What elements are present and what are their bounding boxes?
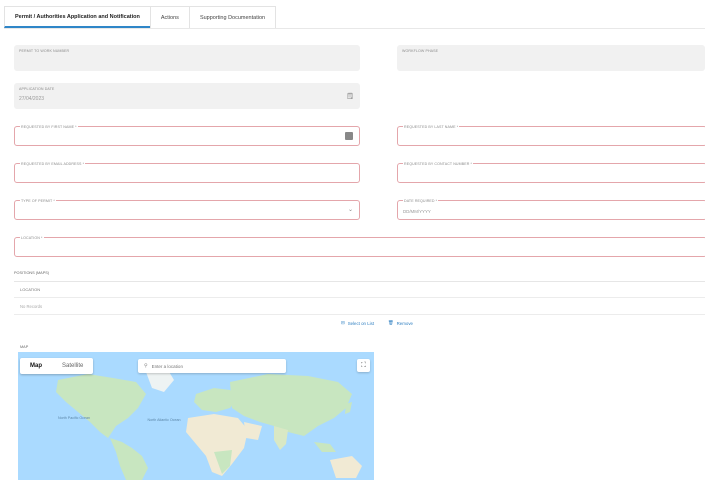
- map-type-toggle: Map Satellite: [20, 358, 94, 374]
- requested-by-last-name-field[interactable]: REQUESTED BY LAST NAME *: [397, 125, 705, 146]
- requested-by-first-name-field[interactable]: REQUESTED BY FIRST NAME *: [14, 125, 360, 146]
- select-list-icon: ⊟: [341, 320, 345, 325]
- location-field[interactable]: LOCATION *: [14, 236, 705, 257]
- ocean-label-north-atlantic: North Atlantic Ocean: [147, 418, 181, 422]
- trash-icon: 🗑: [388, 320, 394, 325]
- field-label: TYPE OF PERMIT *: [20, 199, 56, 203]
- map-mode-button[interactable]: Map: [20, 358, 52, 374]
- table-row: No Records: [14, 299, 705, 315]
- positions-actions: ⊟ Select on List 🗑 Remove: [341, 320, 413, 326]
- permit-to-work-number-field: PERMIT TO WORK NUMBER: [14, 45, 360, 71]
- search-icon: ⚲: [144, 363, 148, 369]
- positions-label: POSITIONS (MAPS): [14, 271, 50, 275]
- remove-button[interactable]: 🗑 Remove: [388, 320, 413, 326]
- chevron-down-icon[interactable]: ⌄: [348, 206, 353, 213]
- map-view[interactable]: North Pacific Ocean North Atlantic Ocean…: [18, 352, 374, 480]
- field-label: WORKFLOW PHASE: [402, 49, 439, 53]
- requested-by-contact-number-field[interactable]: REQUESTED BY CONTACT NUMBER *: [397, 162, 705, 183]
- fullscreen-icon[interactable]: ⛶: [357, 359, 370, 372]
- calendar-icon: 🗒: [346, 94, 354, 100]
- tab-supporting-documentation[interactable]: Supporting Documentation: [188, 6, 277, 28]
- tab-divider: [4, 28, 705, 29]
- remove-label: Remove: [396, 320, 413, 326]
- table-header-row: LOCATION: [14, 282, 705, 298]
- application-date-field: APPLICATION DATE 27/04/2023 🗒: [14, 83, 360, 109]
- field-label: REQUESTED BY CONTACT NUMBER *: [403, 162, 473, 166]
- map-search-input[interactable]: [151, 363, 272, 369]
- type-of-permit-select[interactable]: TYPE OF PERMIT * ⌄: [14, 199, 360, 220]
- field-label: REQUESTED BY FIRST NAME *: [20, 125, 78, 129]
- column-header-location: LOCATION: [20, 287, 41, 292]
- tab-bar: Permit / Authorities Application and Not…: [4, 6, 277, 28]
- contact-card-icon[interactable]: [345, 132, 353, 140]
- satellite-mode-button[interactable]: Satellite: [52, 358, 93, 374]
- empty-records-text: No Records: [20, 304, 43, 309]
- field-label: REQUESTED BY LAST NAME *: [403, 125, 460, 129]
- field-label: DATE REQUIRED *: [403, 199, 439, 203]
- field-label: REQUESTED BY EMAIL ADDRESS *: [20, 162, 86, 166]
- field-value: 27/04/2023: [19, 96, 45, 102]
- field-label: PERMIT TO WORK NUMBER: [19, 49, 70, 53]
- requested-by-email-field[interactable]: REQUESTED BY EMAIL ADDRESS *: [14, 162, 360, 183]
- field-label: APPLICATION DATE: [19, 87, 55, 91]
- workflow-phase-field: WORKFLOW PHASE: [397, 45, 705, 71]
- tab-actions[interactable]: Actions: [149, 6, 190, 28]
- ocean-label-north-pacific: North Pacific Ocean: [58, 416, 90, 420]
- select-on-list-label: Select on List: [347, 320, 375, 326]
- tab-permit-application[interactable]: Permit / Authorities Application and Not…: [4, 6, 151, 28]
- map-label: MAP: [20, 345, 29, 349]
- map-search-box: ⚲: [138, 359, 286, 373]
- select-on-list-button[interactable]: ⊟ Select on List: [341, 320, 374, 326]
- date-placeholder: DD/MM/YYYY: [403, 209, 431, 214]
- date-required-field[interactable]: DATE REQUIRED * DD/MM/YYYY: [397, 199, 705, 220]
- field-label: LOCATION *: [20, 236, 44, 240]
